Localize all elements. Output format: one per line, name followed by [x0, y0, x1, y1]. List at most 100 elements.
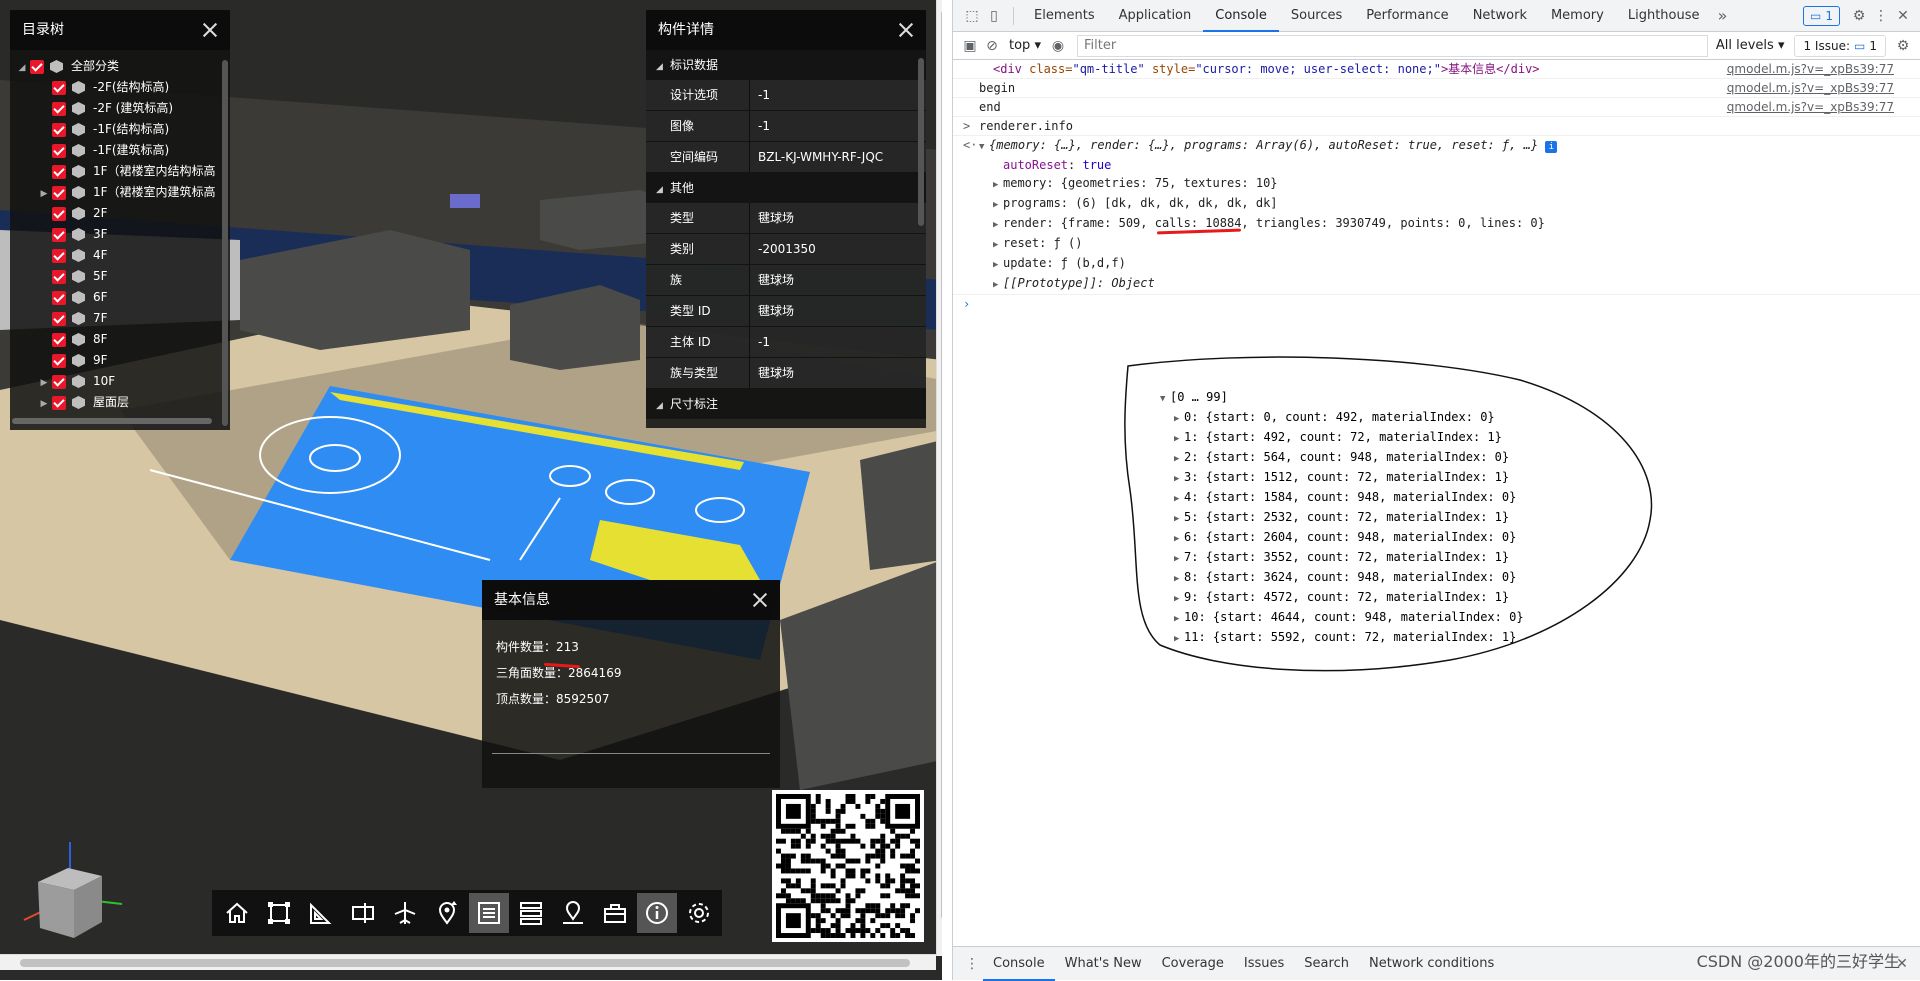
expand-arrow-icon[interactable]: ▶ [1174, 570, 1184, 588]
home-icon[interactable] [217, 893, 257, 933]
checkbox[interactable] [52, 164, 66, 179]
tree-item[interactable]: 6F [10, 287, 230, 308]
log-levels-select[interactable]: All levels ▾ [1716, 38, 1785, 53]
tab-lighthouse[interactable]: Lighthouse [1616, 0, 1712, 32]
result-line[interactable]: <· ▼ {memory: {…}, render: {…}, programs: … [953, 136, 1920, 156]
checkbox[interactable] [52, 227, 66, 242]
expand-arrow-icon[interactable]: ▼ [1160, 390, 1170, 408]
tree-horizontal-scrollbar[interactable] [12, 418, 212, 424]
checkbox[interactable] [52, 101, 66, 116]
drawer-tab-what-s-new[interactable]: What's New [1055, 947, 1152, 981]
prop-line[interactable]: ▶ reset: ƒ () [953, 234, 1920, 254]
expand-arrow-icon[interactable]: ▶ [1174, 510, 1184, 528]
map-pin-icon[interactable] [553, 893, 593, 933]
kebab-menu-icon[interactable]: ⋮ [1870, 5, 1892, 27]
tree-item[interactable]: 5F [10, 266, 230, 287]
prop-line[interactable]: ▶ render: {frame: 509, calls: 10884, tria… [953, 214, 1920, 235]
drawer-tab-network-conditions[interactable]: Network conditions [1359, 947, 1504, 981]
tree-item[interactable]: -2F (建筑标高) [10, 98, 230, 119]
drawer-tab-coverage[interactable]: Coverage [1152, 947, 1234, 981]
array-row[interactable]: ▶ 2: {start: 564, count: 948, materialInd… [1160, 448, 1524, 468]
tab-sources[interactable]: Sources [1279, 0, 1354, 32]
source-link[interactable]: qmodel.m.js?v=_xpBs39:77 [1727, 60, 1894, 78]
layers-icon[interactable] [511, 893, 551, 933]
expand-arrow-icon[interactable]: ▶ [993, 236, 1003, 254]
section-other[interactable]: ◢ 其他 [646, 173, 926, 203]
expand-arrow-icon[interactable]: ▶ [993, 256, 1003, 274]
array-row[interactable]: ▶ 0: {start: 0, count: 492, materialIndex… [1160, 408, 1524, 428]
tree-item[interactable]: -1F(建筑标高) [10, 140, 230, 161]
expand-arrow-icon[interactable]: ▶ [38, 394, 50, 415]
checkbox[interactable] [52, 332, 66, 347]
checkbox[interactable] [52, 395, 66, 410]
close-icon[interactable]: ✕ [1892, 5, 1914, 27]
expand-arrow-icon[interactable]: ▶ [993, 196, 1003, 214]
collapse-arrow-icon[interactable]: ◢ [16, 58, 28, 79]
prop-line[interactable]: ▶ programs: (6) [dk, dk, dk, dk, dk, dk] [953, 194, 1920, 214]
eye-icon[interactable]: ◉ [1047, 35, 1069, 57]
viewer-vertical-scrollbar[interactable] [936, 0, 942, 956]
expand-arrow-icon[interactable]: ▶ [993, 276, 1003, 294]
checkbox[interactable] [52, 290, 66, 305]
expand-arrow-icon[interactable]: ▼ [979, 138, 989, 156]
close-icon[interactable] [200, 20, 220, 40]
array-row[interactable]: ▶ 8: {start: 3624, count: 948, materialIn… [1160, 568, 1524, 588]
tree-item[interactable]: 8F [10, 329, 230, 350]
list-icon[interactable] [469, 893, 509, 933]
box-select-icon[interactable] [259, 893, 299, 933]
expand-arrow-icon[interactable]: ▶ [1174, 530, 1184, 548]
drawer-tab-search[interactable]: Search [1294, 947, 1359, 981]
tree-item[interactable]: 4F [10, 245, 230, 266]
viewer-horizontal-scrollbar[interactable] [0, 954, 936, 970]
checkbox[interactable] [52, 248, 66, 263]
messages-badge[interactable]: ▭ 1 [1803, 5, 1840, 26]
toolbox-icon[interactable] [595, 893, 635, 933]
location-pin-icon[interactable] [427, 893, 467, 933]
drawer-tab-issues[interactable]: Issues [1234, 947, 1294, 981]
expand-arrow-icon[interactable]: ▶ [38, 373, 50, 394]
tab-elements[interactable]: Elements [1022, 0, 1107, 32]
expand-arrow-icon[interactable]: ▶ [1174, 430, 1184, 448]
tab-network[interactable]: Network [1461, 0, 1539, 32]
expand-arrow-icon[interactable]: ▶ [1174, 590, 1184, 608]
array-header[interactable]: ▼ [0 … 99] [1160, 388, 1524, 408]
checkbox[interactable] [52, 122, 66, 137]
tab-memory[interactable]: Memory [1539, 0, 1616, 32]
checkbox[interactable] [52, 80, 66, 95]
array-row[interactable]: ▶ 5: {start: 2532, count: 72, materialInd… [1160, 508, 1524, 528]
array-row[interactable]: ▶ 7: {start: 3552, count: 72, materialInd… [1160, 548, 1524, 568]
expand-arrow-icon[interactable]: ▶ [1174, 470, 1184, 488]
issues-button[interactable]: 1 Issue: ▭ 1 [1794, 34, 1886, 57]
tree-item[interactable]: -1F(结构标高) [10, 119, 230, 140]
prop-line[interactable]: ▶ memory: {geometries: 75, textures: 10} [953, 174, 1920, 194]
tree-item[interactable]: 7F [10, 308, 230, 329]
checkbox[interactable] [52, 269, 66, 284]
array-row[interactable]: ▶ 1: {start: 492, count: 72, materialInde… [1160, 428, 1524, 448]
checkbox[interactable] [30, 59, 44, 74]
close-icon[interactable] [750, 590, 770, 610]
source-link[interactable]: qmodel.m.js?v=_xpBs39:77 [1727, 79, 1894, 97]
navigation-cube[interactable] [18, 838, 124, 950]
clear-console-icon[interactable]: ⊘ [981, 35, 1003, 57]
tab-console[interactable]: Console [1203, 0, 1279, 32]
expand-arrow-icon[interactable]: ▶ [38, 184, 50, 205]
prop-line[interactable]: ▶ update: ƒ (b,d,f) [953, 254, 1920, 274]
tree-item[interactable]: 3F [10, 224, 230, 245]
tree-item[interactable]: ▶ 屋面层 [10, 392, 230, 413]
expand-arrow-icon[interactable]: ▶ [1174, 410, 1184, 428]
tree-item[interactable]: ▶ 1F（裙楼室内建筑标高 [10, 182, 230, 203]
expand-arrow-icon[interactable]: ▶ [1174, 610, 1184, 628]
info-icon[interactable] [637, 893, 677, 933]
prop-line[interactable]: ▶ [[Prototype]]: Object [953, 274, 1920, 295]
tree-item[interactable]: 2F [10, 203, 230, 224]
expand-arrow-icon[interactable]: ▶ [1174, 450, 1184, 468]
tree-item[interactable]: 9F [10, 350, 230, 371]
section-icon[interactable] [343, 893, 383, 933]
array-row[interactable]: ▶ 3: {start: 1512, count: 72, materialInd… [1160, 468, 1524, 488]
context-select[interactable]: top ▾ [1009, 38, 1041, 53]
drawer-tab-console[interactable]: Console [983, 947, 1055, 981]
sidebar-toggle-icon[interactable]: ▣ [959, 35, 981, 57]
close-icon[interactable] [896, 20, 916, 40]
kebab-menu-icon[interactable]: ⋮ [961, 953, 983, 975]
source-link[interactable]: qmodel.m.js?v=_xpBs39:77 [1727, 98, 1894, 116]
